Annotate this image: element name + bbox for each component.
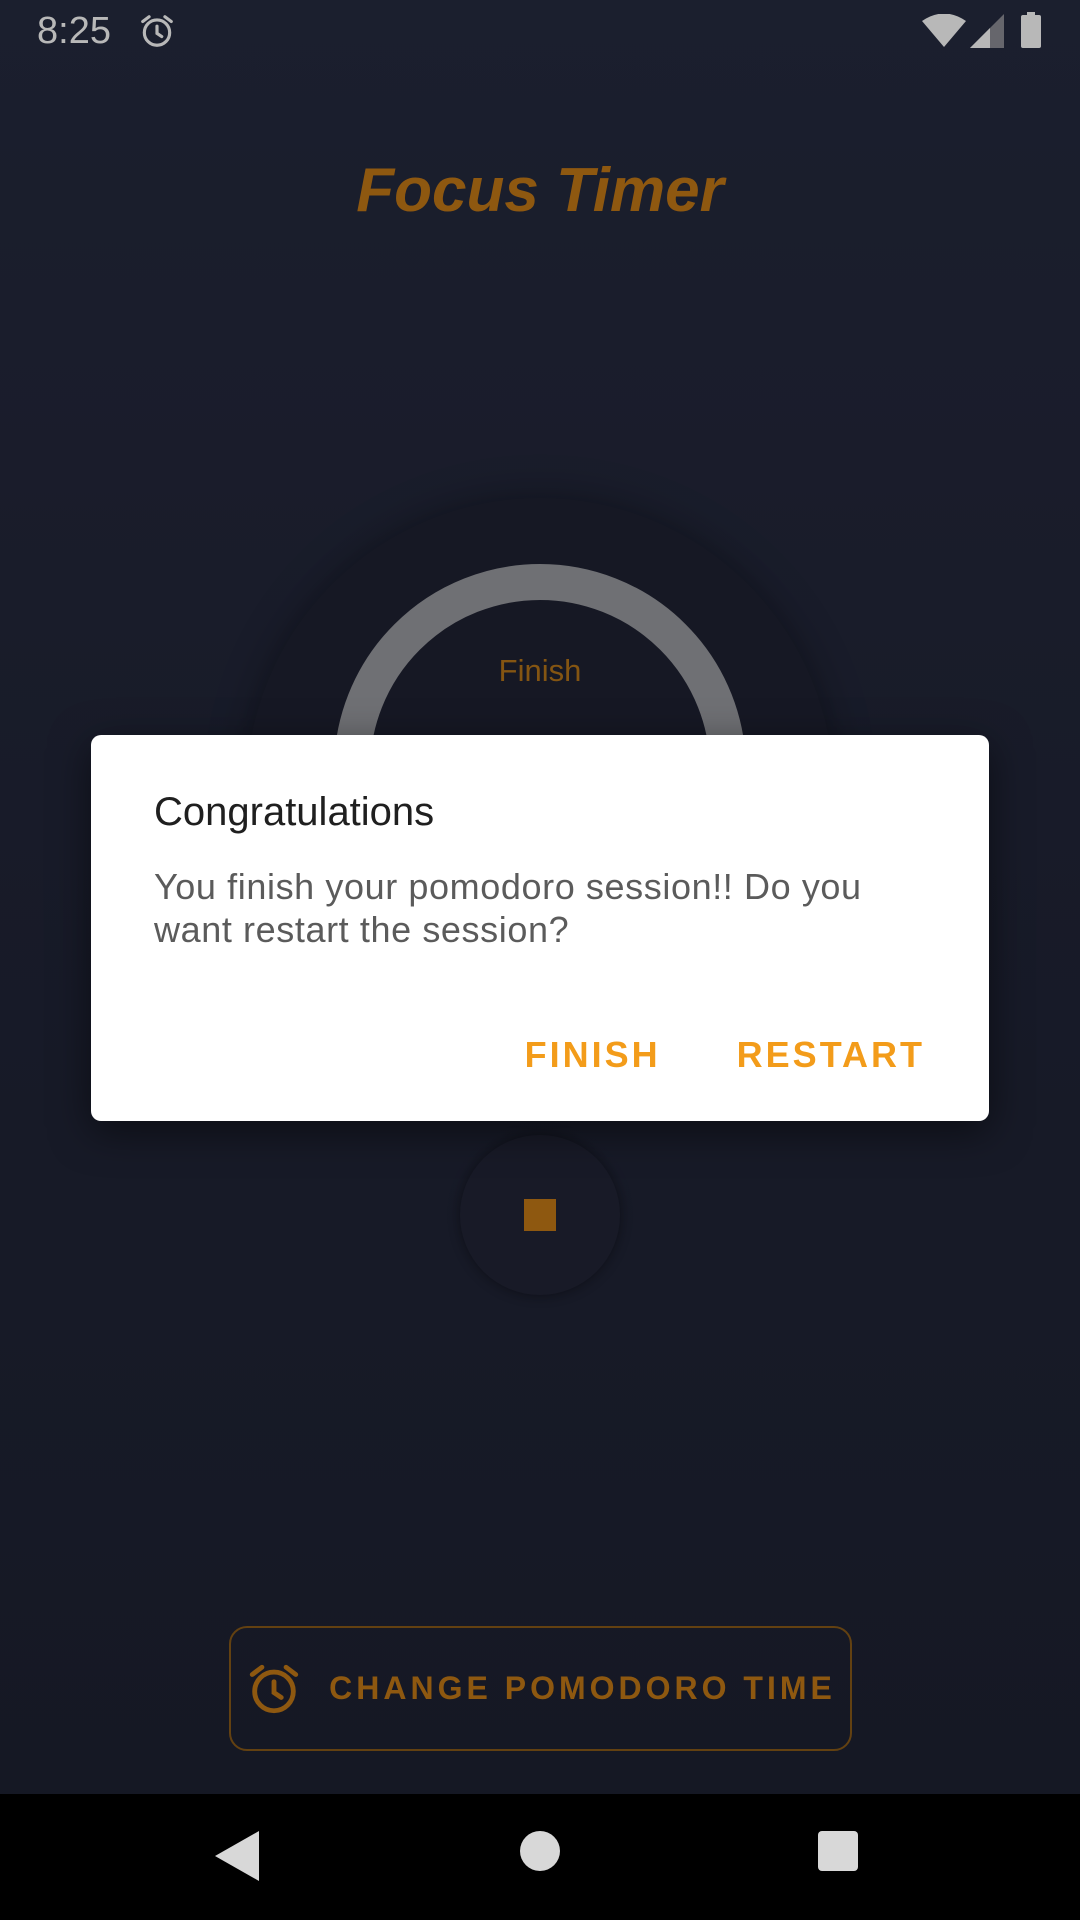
navigation-bar [0, 1794, 1080, 1920]
dialog-title: Congratulations [154, 790, 435, 834]
restart-button[interactable]: RESTART [715, 1026, 947, 1084]
finish-button[interactable]: FINISH [503, 1026, 683, 1084]
recents-icon[interactable] [818, 1831, 858, 1871]
congratulations-dialog: Congratulations You finish your pomodoro… [91, 735, 989, 1121]
dialog-message: You finish your pomodoro session!! Do yo… [154, 866, 862, 950]
back-icon[interactable] [215, 1831, 259, 1881]
home-icon[interactable] [520, 1831, 560, 1871]
dialog-actions: FINISH RESTART [471, 1025, 947, 1085]
